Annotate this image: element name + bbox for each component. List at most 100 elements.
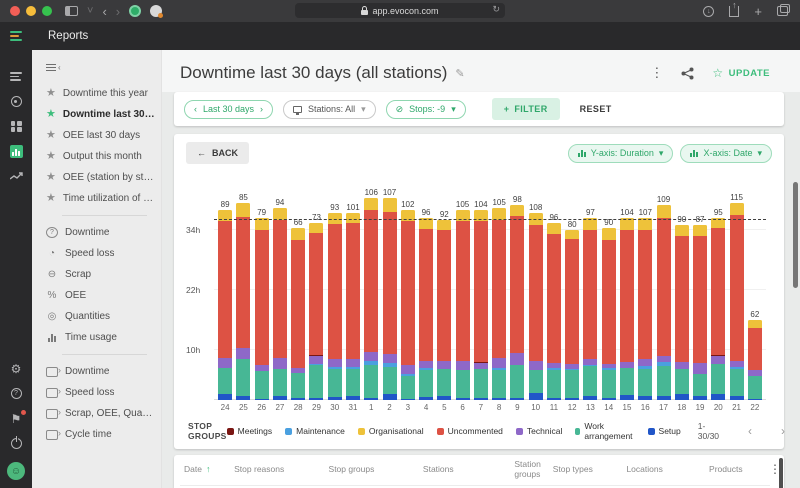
bar-column[interactable]: 106: [362, 180, 380, 400]
back-nav-icon[interactable]: ‹: [102, 5, 106, 18]
user-avatar[interactable]: ☺: [7, 462, 25, 480]
bar-column[interactable]: 94: [271, 180, 289, 400]
url-bar[interactable]: app.evocon.com ↻: [295, 3, 505, 18]
window-scrollbar[interactable]: [793, 182, 798, 288]
bar-column[interactable]: 95: [709, 180, 727, 400]
bar-column[interactable]: 93: [326, 180, 344, 400]
legend-item[interactable]: Maintenance: [285, 426, 345, 436]
extension-icon[interactable]: [129, 5, 142, 17]
edit-title-icon[interactable]: ✎: [455, 67, 464, 80]
legend-item[interactable]: Technical: [515, 426, 562, 436]
sidebar-item-report[interactable]: Time usage: [32, 327, 161, 348]
column-header[interactable]: Products: [705, 455, 770, 486]
bar-column[interactable]: 105: [453, 180, 471, 400]
bar-column[interactable]: 102: [399, 180, 417, 400]
notifications-flag-icon[interactable]: ⚑: [0, 406, 32, 431]
bar-column[interactable]: 107: [636, 180, 654, 400]
bar-column[interactable]: 79: [253, 180, 271, 400]
browser-sidebar-icon[interactable]: [65, 6, 78, 16]
sidebar-item-report[interactable]: % OEE: [32, 285, 161, 306]
sidebar-item-report[interactable]: ◎ Quantities: [32, 306, 161, 327]
bar-column[interactable]: 89: [216, 180, 234, 400]
update-button[interactable]: ☆ UPDATE: [712, 66, 770, 80]
sidebar-item-export[interactable]: Scrap, OEE, Quantities, Ti...: [32, 403, 161, 424]
bar-column[interactable]: 98: [508, 180, 526, 400]
bar-column[interactable]: 109: [654, 180, 672, 400]
sidebar-item-favorite[interactable]: ★ Downtime this year: [32, 83, 161, 104]
legend-item[interactable]: Meetings: [226, 426, 272, 436]
bar-column[interactable]: 96: [417, 180, 435, 400]
column-header[interactable]: Stop types: [548, 455, 623, 486]
more-options-icon[interactable]: ⋮: [650, 65, 663, 81]
bar-column[interactable]: 80: [563, 180, 581, 400]
bar-column[interactable]: 101: [344, 180, 362, 400]
forward-nav-icon[interactable]: ›: [116, 5, 120, 18]
column-header[interactable]: Stop groups: [324, 455, 419, 486]
legend-item[interactable]: Setup: [647, 426, 681, 436]
back-button[interactable]: ← BACK: [186, 142, 249, 164]
sidebar-item-favorite[interactable]: ★ OEE last 30 days: [32, 125, 161, 146]
new-tab-icon[interactable]: +: [754, 5, 762, 18]
bar-column[interactable]: 90: [600, 180, 618, 400]
trend-icon[interactable]: [0, 164, 32, 189]
collapse-sidebar-icon[interactable]: ‹: [32, 60, 161, 83]
page-next-icon[interactable]: ›: [781, 424, 785, 438]
shift-view-icon[interactable]: [0, 64, 32, 89]
browser-share-icon[interactable]: [729, 0, 740, 17]
share-icon[interactable]: [681, 67, 694, 80]
settings-gear-icon[interactable]: ⚙: [0, 356, 32, 381]
extension-icon[interactable]: [150, 5, 164, 18]
sidebar-item-report[interactable]: ? Downtime: [32, 222, 161, 243]
bar-column[interactable]: 108: [527, 180, 545, 400]
legend-item[interactable]: Work arrangement: [575, 421, 634, 441]
evocon-menu-icon[interactable]: [0, 31, 32, 41]
chevron-down-icon[interactable]: ˅: [87, 5, 93, 17]
reports-icon[interactable]: [0, 139, 32, 164]
bar-column[interactable]: 104: [472, 180, 490, 400]
refresh-icon[interactable]: ↻: [492, 4, 500, 15]
bar-column[interactable]: 92: [435, 180, 453, 400]
sidebar-item-export[interactable]: Downtime: [32, 361, 161, 382]
add-filter-button[interactable]: + FILTER: [491, 98, 560, 120]
column-header[interactable]: Date ↑: [180, 455, 231, 486]
logout-power-icon[interactable]: [0, 431, 32, 456]
x-axis-selector[interactable]: X-axis: Date ▾: [680, 143, 772, 163]
bar-column[interactable]: 66: [289, 180, 307, 400]
sidebar-item-report[interactable]: ⊖ Scrap: [32, 264, 161, 285]
page-prev-icon[interactable]: ‹: [748, 424, 752, 438]
sidebar-item-export[interactable]: Speed loss: [32, 382, 161, 403]
bar-column[interactable]: 104: [618, 180, 636, 400]
minimize-window-button[interactable]: [26, 6, 36, 16]
downloads-icon[interactable]: ↓: [703, 5, 715, 17]
column-header[interactable]: Stop reasons: [230, 455, 325, 486]
reset-button[interactable]: RESET: [580, 104, 612, 114]
date-range-pill[interactable]: ‹ Last 30 days ›: [184, 99, 274, 119]
column-header[interactable]: Station groups: [510, 455, 549, 486]
bar-column[interactable]: 87: [691, 180, 709, 400]
bar-column[interactable]: 115: [727, 180, 745, 400]
legend-item[interactable]: Organisational: [357, 426, 424, 436]
sidebar-item-favorite[interactable]: ★ Time utilization of all mac...: [32, 188, 161, 209]
bar-column[interactable]: 107: [380, 180, 398, 400]
table-scrollbar[interactable]: [779, 458, 783, 488]
sidebar-item-favorite[interactable]: ★ Output this month: [32, 146, 161, 167]
tab-overview-icon[interactable]: [777, 4, 790, 16]
checklist-icon[interactable]: [0, 89, 32, 114]
chevron-right-icon[interactable]: ›: [260, 104, 263, 114]
chevron-left-icon[interactable]: ‹: [194, 104, 197, 114]
sidebar-item-report[interactable]: ◔ Speed loss: [32, 243, 161, 264]
fullscreen-window-button[interactable]: [42, 6, 52, 16]
bar-column[interactable]: 96: [545, 180, 563, 400]
stations-pill[interactable]: Stations: All ▾: [283, 99, 376, 119]
sidebar-item-export[interactable]: Cycle time: [32, 424, 161, 445]
bar-column[interactable]: 105: [490, 180, 508, 400]
sidebar-item-favorite[interactable]: ★ OEE (station by station co...: [32, 167, 161, 188]
y-axis-selector[interactable]: Y-axis: Duration ▾: [567, 143, 674, 163]
help-icon[interactable]: ?: [0, 381, 32, 406]
legend-item[interactable]: Uncommented: [436, 426, 503, 436]
column-header[interactable]: Locations: [622, 455, 706, 486]
bar-column[interactable]: 85: [234, 180, 252, 400]
dashboard-grid-icon[interactable]: [0, 114, 32, 139]
bar-column[interactable]: 73: [307, 180, 325, 400]
column-header[interactable]: Stations: [418, 455, 511, 486]
